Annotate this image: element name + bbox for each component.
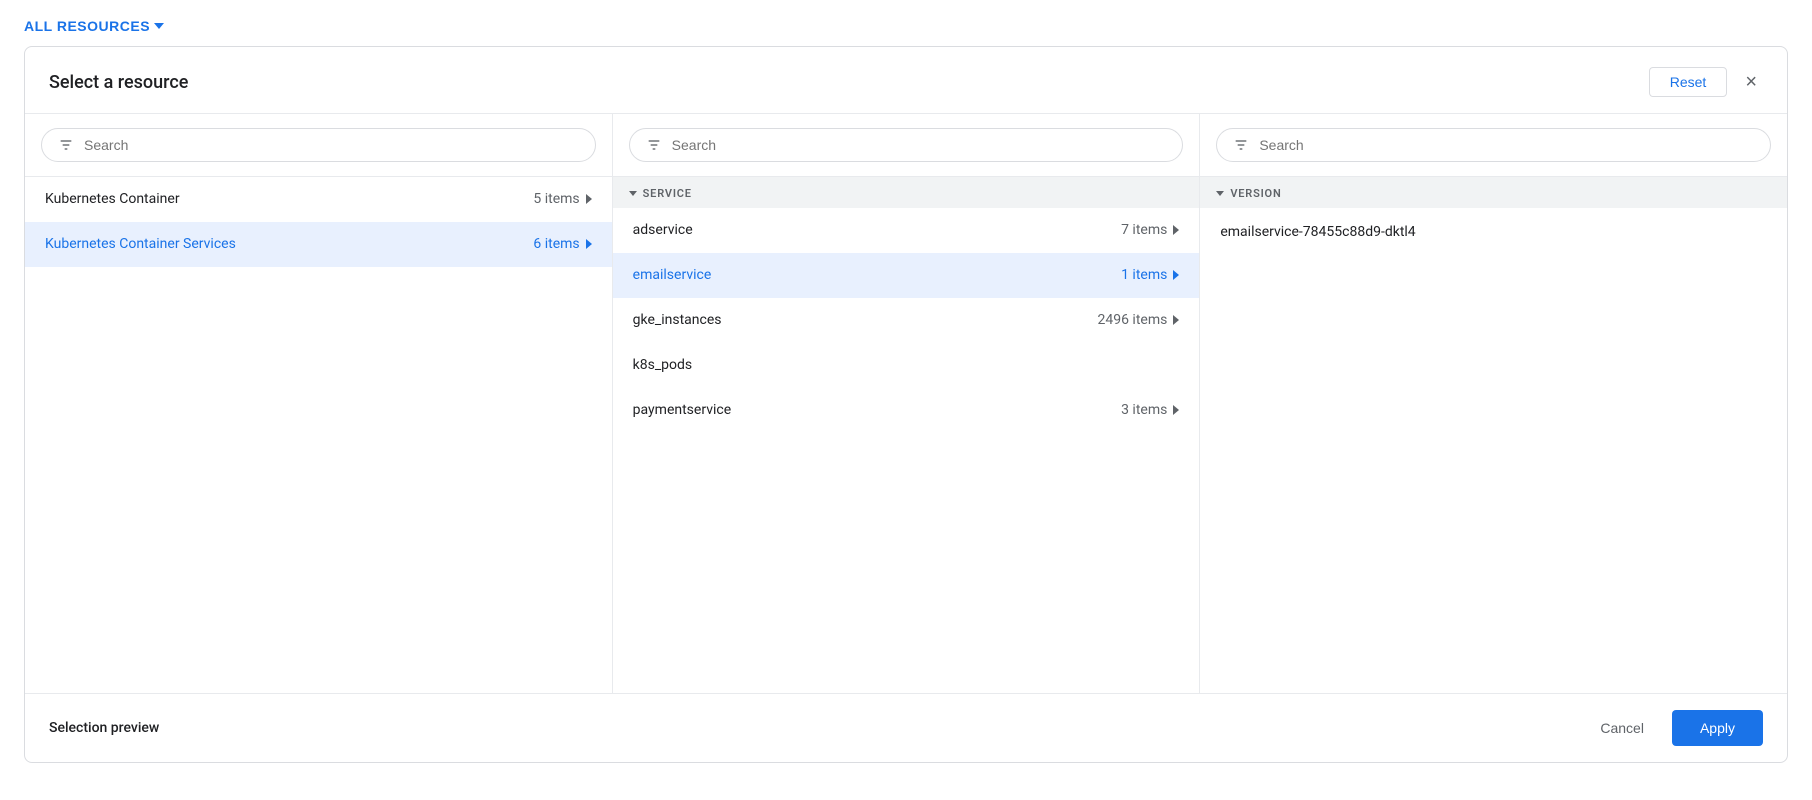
selection-preview-label: Selection preview: [49, 720, 159, 736]
version-search-box: [1200, 114, 1787, 177]
apply-button[interactable]: Apply: [1672, 710, 1763, 746]
list-item[interactable]: emailservice-78455c88d9-dktl4: [1200, 208, 1787, 256]
filter-icon: [646, 137, 662, 153]
version-search-input[interactable]: [1259, 137, 1754, 153]
list-item[interactable]: gke_instances 2496 items: [613, 298, 1200, 343]
list-item-name: k8s_pods: [633, 357, 692, 373]
list-item-name: paymentservice: [633, 402, 731, 418]
resource-dialog: Select a resource Reset ×: [24, 46, 1788, 763]
list-item-right: 6 items: [533, 236, 591, 252]
service-column: SERVICE adservice 7 items emailservice 1…: [613, 114, 1201, 693]
dialog-header: Select a resource Reset ×: [25, 47, 1787, 114]
columns-container: Kubernetes Container 5 items Kubernetes …: [25, 114, 1787, 694]
dialog-footer: Selection preview Cancel Apply: [25, 694, 1787, 762]
list-item-right: 2496 items: [1097, 312, 1179, 328]
item-count: 3 items: [1121, 402, 1167, 418]
cancel-button[interactable]: Cancel: [1584, 710, 1660, 746]
service-search-input[interactable]: [672, 137, 1167, 153]
header-actions: Reset ×: [1649, 67, 1763, 97]
item-count: 6 items: [533, 236, 579, 252]
resource-type-search-wrapper[interactable]: [41, 128, 596, 162]
filter-icon: [1233, 137, 1249, 153]
top-bar: ALL RESOURCES: [0, 0, 1812, 34]
list-item-right: 5 items: [533, 191, 591, 207]
list-item-right: 7 items: [1121, 222, 1179, 238]
list-item[interactable]: adservice 7 items: [613, 208, 1200, 253]
list-item-right: 1 items: [1121, 267, 1179, 283]
list-item[interactable]: emailservice 1 items: [613, 253, 1200, 298]
dialog-title: Select a resource: [49, 72, 188, 93]
chevron-right-icon: [586, 239, 592, 249]
filter-icon: [58, 137, 74, 153]
item-count: 2496 items: [1097, 312, 1167, 328]
list-item-name: gke_instances: [633, 312, 722, 328]
list-item-name: adservice: [633, 222, 693, 238]
service-section-header: SERVICE: [613, 177, 1200, 208]
section-header-label: VERSION: [1230, 187, 1281, 200]
version-name: emailservice-78455c88d9-dktl4: [1220, 224, 1415, 240]
list-item[interactable]: paymentservice 3 items: [613, 388, 1200, 433]
service-list: adservice 7 items emailservice 1 items g…: [613, 208, 1200, 693]
resource-type-list: Kubernetes Container 5 items Kubernetes …: [25, 177, 612, 693]
section-chevron-icon: [1216, 191, 1224, 196]
resource-type-column: Kubernetes Container 5 items Kubernetes …: [25, 114, 613, 693]
resource-type-search-box: [25, 114, 612, 177]
resource-type-search-input[interactable]: [84, 137, 579, 153]
chevron-right-icon: [1173, 405, 1179, 415]
item-count: 1 items: [1121, 267, 1167, 283]
list-item[interactable]: Kubernetes Container 5 items: [25, 177, 612, 222]
reset-button[interactable]: Reset: [1649, 67, 1728, 97]
section-chevron-icon: [629, 191, 637, 196]
version-list: emailservice-78455c88d9-dktl4: [1200, 208, 1787, 693]
all-resources-button[interactable]: ALL RESOURCES: [24, 18, 164, 34]
chevron-right-icon: [1173, 225, 1179, 235]
chevron-right-icon: [586, 194, 592, 204]
list-item[interactable]: Kubernetes Container Services 6 items: [25, 222, 612, 267]
list-item-name: Kubernetes Container Services: [45, 236, 236, 252]
chevron-right-icon: [1173, 270, 1179, 280]
item-count: 7 items: [1121, 222, 1167, 238]
list-item-name: emailservice: [633, 267, 712, 283]
list-item-name: Kubernetes Container: [45, 191, 180, 207]
version-section-header: VERSION: [1200, 177, 1787, 208]
item-count: 5 items: [533, 191, 579, 207]
list-item[interactable]: k8s_pods: [613, 343, 1200, 388]
version-search-wrapper[interactable]: [1216, 128, 1771, 162]
service-search-wrapper[interactable]: [629, 128, 1184, 162]
list-item-right: 3 items: [1121, 402, 1179, 418]
chevron-down-icon: [154, 23, 164, 29]
all-resources-label: ALL RESOURCES: [24, 18, 150, 34]
footer-buttons: Cancel Apply: [1584, 710, 1763, 746]
section-header-label: SERVICE: [643, 187, 692, 200]
service-search-box: [613, 114, 1200, 177]
chevron-right-icon: [1173, 315, 1179, 325]
version-column: VERSION emailservice-78455c88d9-dktl4: [1200, 114, 1787, 693]
close-button[interactable]: ×: [1739, 70, 1763, 94]
